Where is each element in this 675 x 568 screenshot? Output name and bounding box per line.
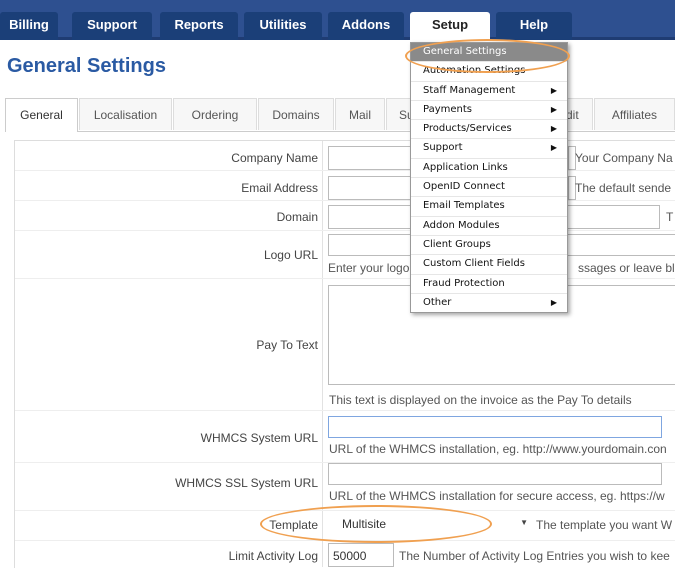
menu-item-label: Email Templates [423,200,505,212]
system-url-label: WHMCS System URL [200,431,318,445]
row-divider [15,230,675,231]
menu-item-label: Custom Client Fields [423,258,525,270]
highlight-oval-template [260,505,492,543]
ssl-url-hint: URL of the WHMCS installation for secure… [329,489,665,503]
submenu-arrow-icon: ▶ [550,104,557,114]
submenu-arrow-icon: ▶ [550,143,557,153]
top-navigation: Billing Support Reports Utilities Addons… [0,0,675,40]
email-address-label: Email Address [241,181,318,195]
submenu-arrow-icon: ▶ [550,85,557,95]
system-url-input[interactable] [328,416,662,438]
company-name-hint: Your Company Na [575,151,673,165]
tab-localisation[interactable]: Localisation [79,98,172,130]
activity-log-label: Limit Activity Log [228,549,318,563]
menu-item-openid-connect[interactable]: OpenID Connect [411,178,567,198]
row-divider [15,410,675,411]
menu-item-email-templates[interactable]: Email Templates [411,197,567,217]
activity-log-value: 50000 [333,549,367,563]
menu-item-label: Application Links [423,161,508,173]
menu-item-label: Client Groups [423,238,491,250]
setup-dropdown-menu: General Settings Automation Settings Sta… [410,42,568,314]
logo-url-label: Logo URL [263,248,318,262]
tab-general[interactable]: General [5,98,78,132]
activity-log-input[interactable]: 50000 [328,543,394,567]
menu-item-label: Fraud Protection [423,277,505,289]
template-hint: The template you want W [536,518,673,532]
nav-tab-utilities[interactable]: Utilities [244,12,322,40]
page-title: General Settings [7,55,166,77]
nav-tab-billing[interactable]: Billing [0,12,58,40]
menu-item-label: Staff Management [423,84,516,96]
email-address-hint: The default sende [575,181,672,195]
nav-tab-help[interactable]: Help [496,12,572,40]
company-name-label: Company Name [231,151,318,165]
menu-item-label: Addon Modules [423,219,500,231]
menu-item-label: OpenID Connect [423,181,505,193]
menu-item-staff-management[interactable]: Staff Management ▶ [411,82,567,101]
menu-item-addon-modules[interactable]: Addon Modules [411,217,567,236]
tab-mail[interactable]: Mail [335,98,385,130]
highlight-oval-general-settings [405,39,570,73]
menu-item-fraud-protection[interactable]: Fraud Protection [411,275,567,294]
nav-tab-addons[interactable]: Addons [328,12,404,40]
menu-item-support[interactable]: Support ▶ [411,139,567,159]
nav-tab-setup[interactable]: Setup [410,12,490,40]
menu-item-custom-client-fields[interactable]: Custom Client Fields [411,255,567,275]
ssl-url-label: WHMCS SSL System URL [175,476,318,490]
submenu-arrow-icon: ▶ [550,124,557,134]
domain-hint: T [666,210,674,224]
pay-to-text-label: Pay To Text [256,338,318,352]
menu-item-label: Products/Services [423,123,512,135]
logo-url-hint-continued: ssages or leave blar [578,261,675,275]
pay-to-text-hint: This text is displayed on the invoice as… [329,393,632,407]
nav-tab-support[interactable]: Support [72,12,152,40]
submenu-arrow-icon: ▶ [550,297,557,307]
menu-item-label: Support [423,142,463,154]
menu-item-payments[interactable]: Payments ▶ [411,101,567,121]
row-divider [15,200,675,201]
menu-item-client-groups[interactable]: Client Groups [411,236,567,256]
tab-domains[interactable]: Domains [258,98,334,130]
chevron-down-icon: ▼ [520,518,528,527]
system-url-hint: URL of the WHMCS installation, eg. http:… [329,442,667,456]
activity-log-hint: The Number of Activity Log Entries you w… [399,549,670,563]
column-divider [322,141,323,567]
settings-tabs: General Localisation Ordering Domains Ma… [5,98,675,132]
row-divider [15,278,675,279]
menu-item-other[interactable]: Other ▶ [411,294,567,312]
menu-item-label: Other [423,296,452,308]
logo-url-hint: Enter your logo [328,261,410,275]
nav-tab-reports[interactable]: Reports [160,12,238,40]
menu-item-label: Payments [423,103,472,115]
menu-item-products-services[interactable]: Products/Services ▶ [411,120,567,140]
ssl-url-input[interactable] [328,463,662,485]
domain-label: Domain [276,210,318,224]
row-divider [15,170,675,171]
tab-ordering[interactable]: Ordering [173,98,257,130]
menu-item-application-links[interactable]: Application Links [411,159,567,179]
tab-affiliates[interactable]: Affiliates [594,98,675,130]
